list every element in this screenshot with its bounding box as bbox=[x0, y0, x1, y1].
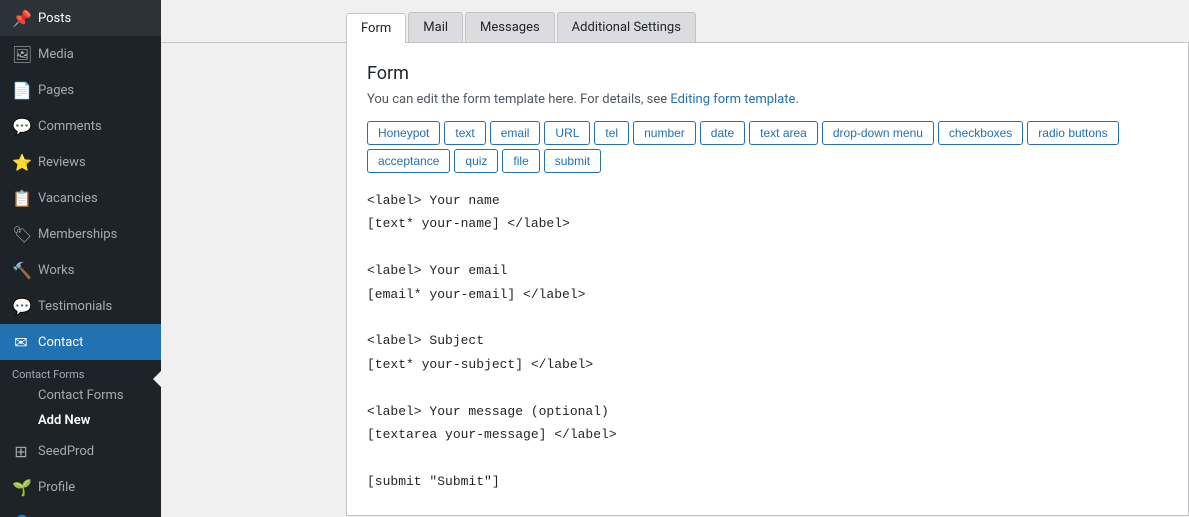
sidebar-item-seedprod[interactable]: 🌱 Profile bbox=[0, 469, 161, 505]
sidebar-item-label: Memberships bbox=[38, 227, 117, 242]
tab-messages[interactable]: Messages bbox=[465, 12, 555, 42]
sidebar-item-label: Comments bbox=[38, 119, 102, 134]
vc-sidebars-icon: ⊞ bbox=[12, 442, 30, 461]
form-section-title: Form bbox=[367, 63, 1168, 84]
sidebar-item-label: Works bbox=[38, 263, 74, 278]
sidebar-subitem-contact-forms[interactable]: Contact Forms bbox=[0, 383, 161, 408]
code-line: [text* your-name] </label> bbox=[367, 212, 1168, 235]
memberships-icon: 🏷 bbox=[12, 225, 30, 244]
sidebar-item-works[interactable]: 🔨 Works bbox=[0, 252, 161, 288]
tag-button-date[interactable]: date bbox=[700, 121, 745, 145]
tabs-bar: Form Mail Messages Additional Settings bbox=[161, 0, 1189, 43]
tag-button-quiz[interactable]: quiz bbox=[454, 149, 498, 173]
tag-button-drop-down-menu[interactable]: drop-down menu bbox=[822, 121, 934, 145]
form-code-area[interactable]: <label> Your name [text* your-name] </la… bbox=[367, 189, 1168, 493]
tag-button-submit[interactable]: submit bbox=[544, 149, 601, 173]
sidebar-item-label: Pages bbox=[38, 83, 74, 98]
tag-button-radio-buttons[interactable]: radio buttons bbox=[1027, 121, 1118, 145]
tab-additional-settings[interactable]: Additional Settings bbox=[557, 12, 696, 42]
editing-form-template-link[interactable]: Editing form template bbox=[670, 92, 795, 107]
tag-button-text[interactable]: text bbox=[444, 121, 485, 145]
comments-icon: 💬 bbox=[12, 117, 30, 136]
code-line: <label> Subject bbox=[367, 329, 1168, 352]
tab-mail[interactable]: Mail bbox=[408, 12, 463, 42]
code-line bbox=[367, 446, 1168, 469]
sidebar-item-pages[interactable]: 📄 Pages bbox=[0, 72, 161, 108]
sidebar-item-comments[interactable]: 💬 Comments bbox=[0, 108, 161, 144]
vacancies-icon: 📋 bbox=[12, 189, 30, 208]
code-line bbox=[367, 376, 1168, 399]
main-content: Form Mail Messages Additional Settings F… bbox=[161, 0, 1189, 517]
sidebar-item-label: Reviews bbox=[38, 155, 86, 170]
tag-button-number[interactable]: number bbox=[633, 121, 696, 145]
tag-button-checkboxes[interactable]: checkboxes bbox=[938, 121, 1023, 145]
sidebar-item-label: SeedProd bbox=[38, 444, 94, 459]
sidebar-item-posts[interactable]: 📌 Posts bbox=[0, 0, 161, 36]
works-icon: 🔨 bbox=[12, 261, 30, 280]
sidebar-item-contact[interactable]: ✉ Contact bbox=[0, 324, 161, 360]
contact-submenu: Contact Forms Contact Forms Add New bbox=[0, 360, 161, 433]
sidebar-item-vc-sidebars[interactable]: ⊞ SeedProd bbox=[0, 433, 161, 469]
sidebar-item-label: Posts bbox=[38, 11, 71, 26]
tag-button-text-area[interactable]: text area bbox=[749, 121, 818, 145]
code-line: [submit "Submit"] bbox=[367, 470, 1168, 493]
profile-icon: 👤 bbox=[12, 514, 30, 517]
code-line: <label> Your name bbox=[367, 189, 1168, 212]
testimonials-icon: 💬 bbox=[12, 297, 30, 316]
media-icon: 🖼 bbox=[12, 45, 30, 64]
form-description-end: . bbox=[795, 92, 798, 107]
code-line bbox=[367, 236, 1168, 259]
code-line: [email* your-email] </label> bbox=[367, 283, 1168, 306]
tag-buttons-container: HoneypottextemailURLtelnumberdatetext ar… bbox=[367, 121, 1168, 173]
sidebar-item-label: Profile bbox=[38, 480, 75, 495]
reviews-icon: ⭐ bbox=[12, 153, 30, 172]
sidebar-item-memberships[interactable]: 🏷 Memberships bbox=[0, 216, 161, 252]
sidebar-item-label: Testimonials bbox=[38, 299, 112, 314]
tag-button-acceptance[interactable]: acceptance bbox=[367, 149, 450, 173]
sidebar-item-label: Media bbox=[38, 47, 74, 62]
form-description-text: You can edit the form template here. For… bbox=[367, 92, 670, 107]
code-line: [text* your-subject] </label> bbox=[367, 353, 1168, 376]
form-content-area: Form You can edit the form template here… bbox=[346, 43, 1189, 516]
tag-button-url[interactable]: URL bbox=[544, 121, 590, 145]
contact-icon: ✉ bbox=[12, 333, 30, 352]
active-arrow bbox=[153, 371, 161, 387]
sidebar-item-reviews[interactable]: ⭐ Reviews bbox=[0, 144, 161, 180]
tag-button-tel[interactable]: tel bbox=[594, 121, 629, 145]
code-line: <label> Your email bbox=[367, 259, 1168, 282]
sidebar-item-testimonials[interactable]: 💬 Testimonials bbox=[0, 288, 161, 324]
form-description: You can edit the form template here. For… bbox=[367, 92, 1168, 107]
contact-forms-label: Contact Forms bbox=[0, 360, 161, 383]
tag-button-honeypot[interactable]: Honeypot bbox=[367, 121, 440, 145]
code-line: [textarea your-message] </label> bbox=[367, 423, 1168, 446]
code-line: <label> Your message (optional) bbox=[367, 400, 1168, 423]
sidebar-item-media[interactable]: 🖼 Media bbox=[0, 36, 161, 72]
tag-button-email[interactable]: email bbox=[490, 121, 541, 145]
seedprod-icon: 🌱 bbox=[12, 478, 30, 497]
code-line bbox=[367, 306, 1168, 329]
sidebar-item-vacancies[interactable]: 📋 Vacancies bbox=[0, 180, 161, 216]
sidebar-item-label: Contact bbox=[38, 335, 83, 350]
tab-form[interactable]: Form bbox=[346, 13, 406, 43]
sidebar-item-label: Vacancies bbox=[38, 191, 98, 206]
pages-icon: 📄 bbox=[12, 81, 30, 100]
posts-icon: 📌 bbox=[12, 9, 30, 28]
sidebar-subitem-add-new[interactable]: Add New bbox=[0, 408, 161, 433]
sidebar-item-profile[interactable]: 👤 Profile bbox=[0, 505, 161, 517]
sidebar: 📌 Posts 🖼 Media 📄 Pages 💬 Comments ⭐ Rev… bbox=[0, 0, 161, 517]
tag-button-file[interactable]: file bbox=[502, 149, 539, 173]
